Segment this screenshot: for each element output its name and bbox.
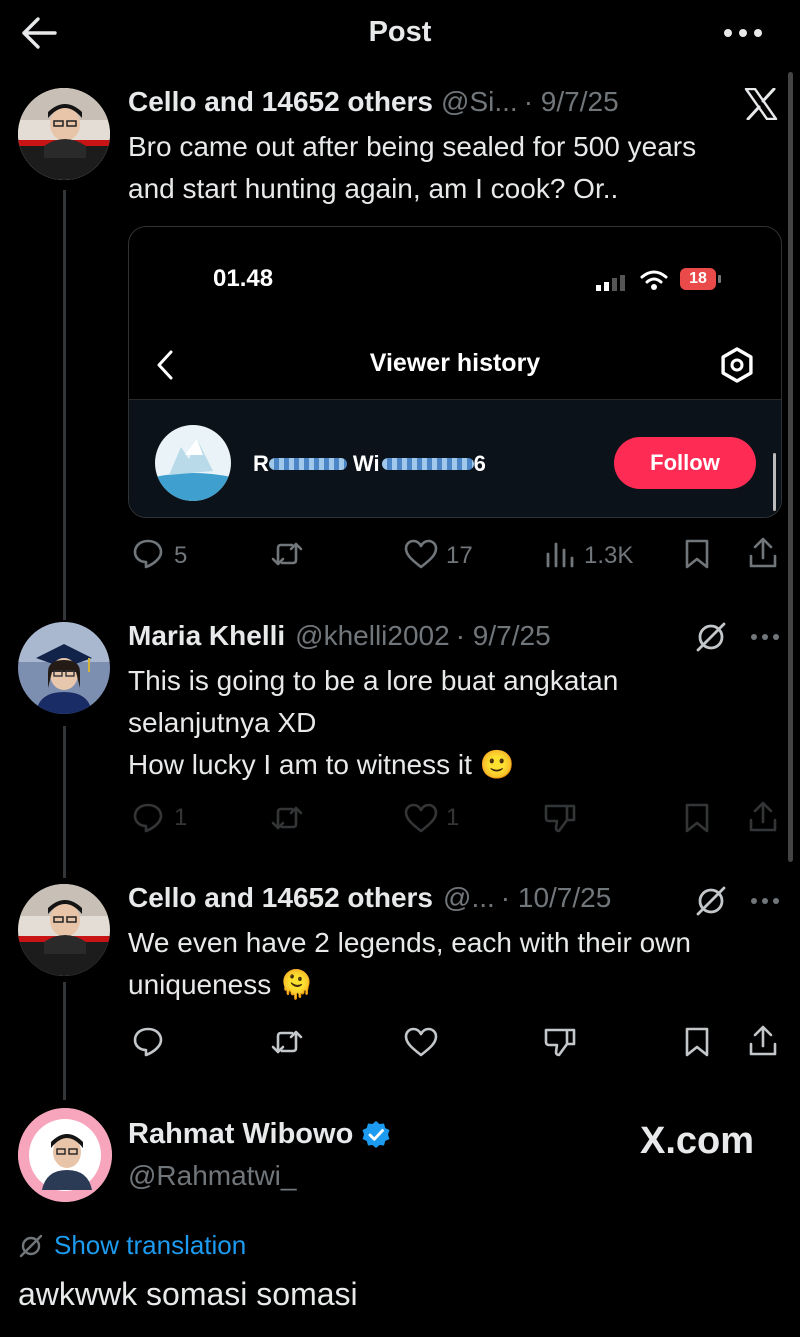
views-count: 1.3K	[584, 542, 634, 569]
settings-gear-icon[interactable]	[717, 345, 757, 385]
post-text: This is going to be a lore buat angkatan…	[128, 660, 618, 786]
share-icon[interactable]	[747, 800, 779, 834]
handle[interactable]: @khelli2002	[295, 620, 450, 652]
post-date[interactable]: · 9/7/25	[524, 86, 619, 118]
show-translation-link[interactable]: Show translation	[54, 1230, 246, 1261]
battery-level: 18	[689, 270, 707, 287]
post-text: Bro came out after being sealed for 500 …	[128, 126, 696, 210]
display-name[interactable]: Cello and 14652 others	[128, 882, 433, 914]
grok-icon[interactable]	[694, 620, 728, 654]
reply-icon[interactable]	[132, 1026, 164, 1058]
more-horizontal-icon[interactable]	[750, 896, 780, 906]
share-icon[interactable]	[747, 536, 779, 570]
post-text-line: and start hunting again, am I cook? Or..	[128, 173, 619, 204]
views-icon[interactable]	[545, 540, 575, 568]
post-header: Cello and 14652 others @... · 10/7/25	[128, 882, 611, 914]
page-title: Post	[368, 16, 432, 48]
share-icon[interactable]	[747, 1024, 779, 1058]
battery-nub	[718, 275, 721, 283]
viewer-name-part: Wi	[352, 451, 380, 476]
header: Post	[0, 0, 800, 70]
post-text-line: We even have 2 legends, each with their …	[128, 927, 691, 958]
translate-icon	[18, 1233, 44, 1259]
reply-count: 5	[174, 542, 188, 569]
x-com-watermark: X.com	[640, 1120, 755, 1162]
post-date[interactable]: · 9/7/25	[456, 620, 551, 652]
embed-scrollbar	[773, 453, 776, 511]
display-name[interactable]: Maria Khelli	[128, 620, 285, 652]
viewer-username: R Wi 6	[253, 451, 486, 477]
verified-badge-icon	[361, 1120, 391, 1150]
wifi-icon	[640, 269, 668, 291]
redaction-scribble	[268, 458, 347, 470]
display-name[interactable]: Rahmat Wibowo	[128, 1118, 353, 1151]
display-name[interactable]: Cello and 14652 others	[128, 86, 433, 118]
viewer-history-title: Viewer history	[369, 349, 541, 377]
bookmark-icon[interactable]	[683, 802, 711, 834]
bookmark-icon[interactable]	[683, 538, 711, 570]
repost-icon[interactable]	[270, 802, 304, 834]
reply-icon[interactable]	[132, 802, 164, 834]
follow-button[interactable]: Follow	[614, 437, 756, 489]
post-actions	[0, 1022, 800, 1062]
handle[interactable]: @...	[443, 882, 495, 914]
post-header: Maria Khelli @khelli2002 · 9/7/25	[128, 620, 551, 652]
cellular-signal-icon	[596, 275, 626, 291]
downvote-icon[interactable]	[543, 1026, 577, 1058]
repost-icon[interactable]	[270, 1026, 304, 1058]
like-icon[interactable]	[404, 803, 438, 833]
viewer-name-part: 6	[473, 451, 486, 476]
status-time: 01.48	[213, 265, 274, 292]
like-icon[interactable]	[404, 539, 438, 569]
post-text-line: uniqueness 🫠	[128, 969, 314, 1000]
like-icon[interactable]	[404, 1027, 438, 1057]
show-translation[interactable]: Show translation	[18, 1230, 246, 1261]
x-logo-icon[interactable]	[744, 88, 778, 120]
reply-author: Rahmat Wibowo	[128, 1118, 391, 1151]
post-header: Cello and 14652 others @Si... · 9/7/25	[128, 86, 619, 118]
post-text-line: Bro came out after being sealed for 500 …	[128, 131, 697, 162]
bookmark-icon[interactable]	[683, 1026, 711, 1058]
handle[interactable]: @Rahmatwi_	[128, 1160, 296, 1192]
reply-text: awkwwk somasi somasi	[18, 1276, 358, 1312]
battery-indicator: 18	[680, 268, 716, 290]
avatar[interactable]	[18, 884, 110, 976]
repost-icon[interactable]	[270, 538, 304, 570]
redaction-scribble	[381, 458, 474, 470]
viewer-avatar[interactable]	[155, 425, 231, 501]
grok-icon[interactable]	[694, 884, 728, 918]
more-horizontal-icon[interactable]	[722, 26, 764, 40]
post-text: We even have 2 legends, each with their …	[128, 922, 691, 1006]
downvote-icon[interactable]	[543, 802, 577, 834]
reply-count: 1	[174, 804, 188, 831]
like-count: 17	[446, 542, 473, 569]
more-horizontal-icon[interactable]	[750, 632, 780, 642]
like-count: 1	[446, 804, 460, 831]
post-text-line: This is going to be a lore buat angkatan	[128, 665, 619, 696]
post-actions: 5 17 1.3K	[0, 534, 800, 574]
avatar[interactable]	[18, 88, 110, 180]
handle[interactable]: @Si...	[441, 86, 518, 118]
avatar[interactable]	[18, 622, 110, 714]
post-date[interactable]: · 10/7/25	[501, 882, 612, 914]
post-text-line: selanjutnya XD	[128, 707, 317, 738]
avatar[interactable]	[18, 1108, 112, 1202]
scrollbar[interactable]	[788, 72, 793, 862]
embedded-media[interactable]: 01.48 18 Viewer history R Wi 6 Follow	[128, 226, 782, 518]
viewer-name-part: R	[253, 451, 269, 476]
post-text-line: How lucky I am to witness it 🙂	[128, 749, 515, 780]
reply-icon[interactable]	[132, 538, 164, 570]
post-actions: 1 1	[0, 798, 800, 838]
